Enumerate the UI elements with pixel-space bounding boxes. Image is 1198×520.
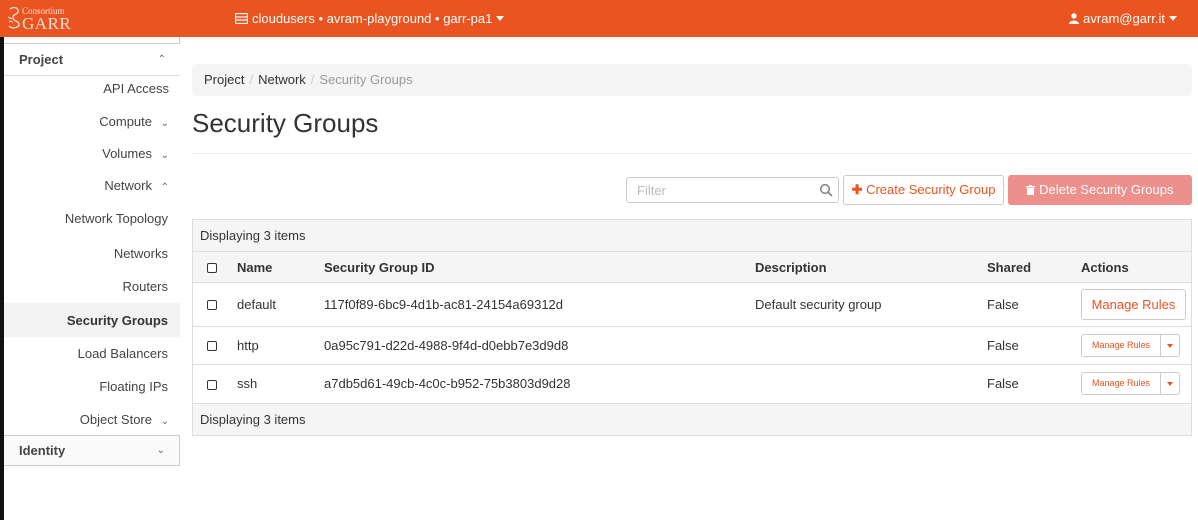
- sidebar-item-identity[interactable]: Identity ⌄: [4, 435, 180, 466]
- title-divider: [192, 153, 1192, 154]
- create-security-group-button[interactable]: ✚ Create Security Group: [843, 175, 1004, 205]
- breadcrumb-current: Security Groups: [319, 72, 413, 87]
- sidebar-item-label: Network: [104, 178, 152, 193]
- user-icon: [1069, 13, 1080, 24]
- sidebar-item-networks[interactable]: Networks: [4, 236, 180, 270]
- table-row: default 117f0f89-6bc9-4d1b-ac81-24154a69…: [193, 283, 1191, 327]
- project-switcher-label: cloudusers • avram-playground • garr-pa1: [252, 11, 493, 26]
- breadcrumb-project[interactable]: Project: [204, 72, 244, 87]
- row-shared: False: [987, 376, 1019, 391]
- sidebar-item-security-groups[interactable]: Security Groups: [4, 303, 180, 337]
- sidebar-item-floating-ips[interactable]: Floating IPs: [4, 370, 180, 404]
- plus-icon: ✚: [851, 182, 863, 197]
- sidebar-item-routers[interactable]: Routers: [4, 270, 180, 303]
- table-row: ssh a7db5d61-49cb-4c0c-b952-75b3803d9d28…: [193, 365, 1191, 404]
- top-navbar: Consortium GARR cloudusers • avram-playg…: [0, 0, 1198, 37]
- column-header-shared[interactable]: Shared: [987, 260, 1031, 275]
- project-switcher[interactable]: cloudusers • avram-playground • garr-pa1: [235, 11, 505, 26]
- breadcrumb-separator: /: [249, 72, 254, 87]
- row-shared: False: [987, 297, 1019, 312]
- chevron-down-icon: ⌄: [160, 150, 169, 161]
- sidebar: Project ⌃ API Access Compute ⌄ Volumes ⌄ N…: [4, 37, 180, 466]
- table-header-row: Name Security Group ID Description Share…: [193, 252, 1191, 283]
- sidebar-item-label: Load Balancers: [77, 346, 168, 361]
- table-row: http 0a95c791-d22d-4988-9f4d-d0ebb7e3d9d…: [193, 327, 1191, 365]
- search-icon[interactable]: [819, 183, 833, 197]
- create-button-label: Create Security Group: [866, 182, 996, 197]
- manage-rules-button[interactable]: Manage Rules: [1081, 372, 1161, 395]
- server-icon: [235, 13, 248, 24]
- delete-button-label: Delete Security Groups: [1039, 182, 1174, 197]
- user-menu-label: avram@garr.it: [1083, 11, 1165, 26]
- column-header-name[interactable]: Name: [237, 260, 272, 275]
- filter-input[interactable]: [626, 177, 839, 203]
- sidebar-item-label: Identity: [19, 443, 66, 458]
- row-checkbox[interactable]: [207, 300, 217, 310]
- row-security-group-id: 117f0f89-6bc9-4d1b-ac81-24154a69312d: [324, 297, 564, 312]
- sidebar-item-label: Network Topology: [64, 211, 168, 226]
- sidebar-item-label: Routers: [122, 279, 168, 294]
- sidebar-item-label: API Access: [103, 81, 169, 96]
- logo-text-big: GARR: [22, 14, 72, 33]
- sidebar-item-volumes[interactable]: Volumes ⌄: [4, 139, 180, 170]
- sidebar-item-label: Security Groups: [66, 313, 168, 328]
- garr-logo[interactable]: Consortium GARR: [6, 5, 86, 33]
- sidebar-item-network[interactable]: Network ⌃: [4, 170, 180, 203]
- row-checkbox[interactable]: [207, 341, 217, 351]
- sidebar-item-label: Compute: [99, 114, 152, 129]
- table-footer-count: Displaying 3 items: [193, 404, 1191, 435]
- table-item-count: Displaying 3 items: [193, 220, 1191, 252]
- page-title: Security Groups: [192, 108, 379, 138]
- sidebar-item-label: Project: [19, 52, 64, 67]
- sidebar-item-label: Volumes: [102, 146, 152, 161]
- row-name[interactable]: ssh: [237, 376, 257, 391]
- row-name[interactable]: default: [237, 297, 276, 312]
- row-checkbox[interactable]: [207, 380, 217, 390]
- trash-icon: [1026, 185, 1036, 195]
- manage-rules-button[interactable]: Manage Rules: [1081, 289, 1186, 320]
- row-security-group-id: a7db5d61-49cb-4c0c-b952-75b3803d9d28: [324, 376, 571, 391]
- sidebar-item-project[interactable]: Project ⌃: [4, 44, 180, 76]
- row-actions-split-button: Manage Rules: [1081, 334, 1180, 357]
- row-shared: False: [987, 338, 1019, 353]
- delete-security-groups-button[interactable]: Delete Security Groups: [1008, 175, 1192, 205]
- caret-down-icon: [1169, 16, 1177, 21]
- sidebar-item-label: Object Store: [79, 412, 152, 427]
- security-groups-table: Displaying 3 items Name Security Group I…: [192, 219, 1192, 436]
- column-header-description[interactable]: Description: [755, 260, 827, 275]
- sidebar-item-network-topology[interactable]: Network Topology: [4, 203, 180, 236]
- breadcrumb-network[interactable]: Network: [258, 72, 306, 87]
- caret-down-icon: [1167, 344, 1173, 348]
- row-actions-split-button: Manage Rules: [1081, 372, 1180, 395]
- breadcrumb: Project / Network / Security Groups: [192, 64, 1192, 96]
- sidebar-top-divider: [4, 37, 180, 44]
- chevron-down-icon: ⌄: [160, 118, 169, 129]
- sidebar-item-label: Networks: [113, 246, 168, 261]
- chevron-down-icon: ⌄: [156, 445, 165, 456]
- column-header-actions: Actions: [1081, 260, 1129, 275]
- actions-dropdown-toggle[interactable]: [1161, 372, 1180, 395]
- row-security-group-id: 0a95c791-d22d-4988-9f4d-d0ebb7e3d9d8: [324, 338, 569, 353]
- select-all-checkbox[interactable]: [207, 263, 217, 273]
- actions-dropdown-toggle[interactable]: [1161, 334, 1180, 357]
- breadcrumb-separator: /: [310, 72, 315, 87]
- sidebar-item-compute[interactable]: Compute ⌄: [4, 107, 180, 139]
- sidebar-item-label: Floating IPs: [99, 379, 168, 394]
- caret-down-icon: [496, 16, 505, 21]
- chevron-down-icon: ⌄: [160, 416, 169, 427]
- sidebar-item-object-store[interactable]: Object Store ⌄: [4, 404, 180, 435]
- chevron-up-icon: ⌃: [160, 182, 169, 193]
- chevron-up-icon: ⌃: [157, 54, 166, 65]
- sidebar-item-load-balancers[interactable]: Load Balancers: [4, 337, 180, 370]
- user-menu[interactable]: avram@garr.it: [1069, 11, 1177, 26]
- column-header-id[interactable]: Security Group ID: [324, 260, 435, 275]
- caret-down-icon: [1167, 382, 1173, 386]
- row-description: Default security group: [755, 297, 882, 312]
- manage-rules-button[interactable]: Manage Rules: [1081, 334, 1161, 357]
- sidebar-item-api-access[interactable]: API Access: [4, 75, 180, 107]
- row-name[interactable]: http: [237, 338, 259, 353]
